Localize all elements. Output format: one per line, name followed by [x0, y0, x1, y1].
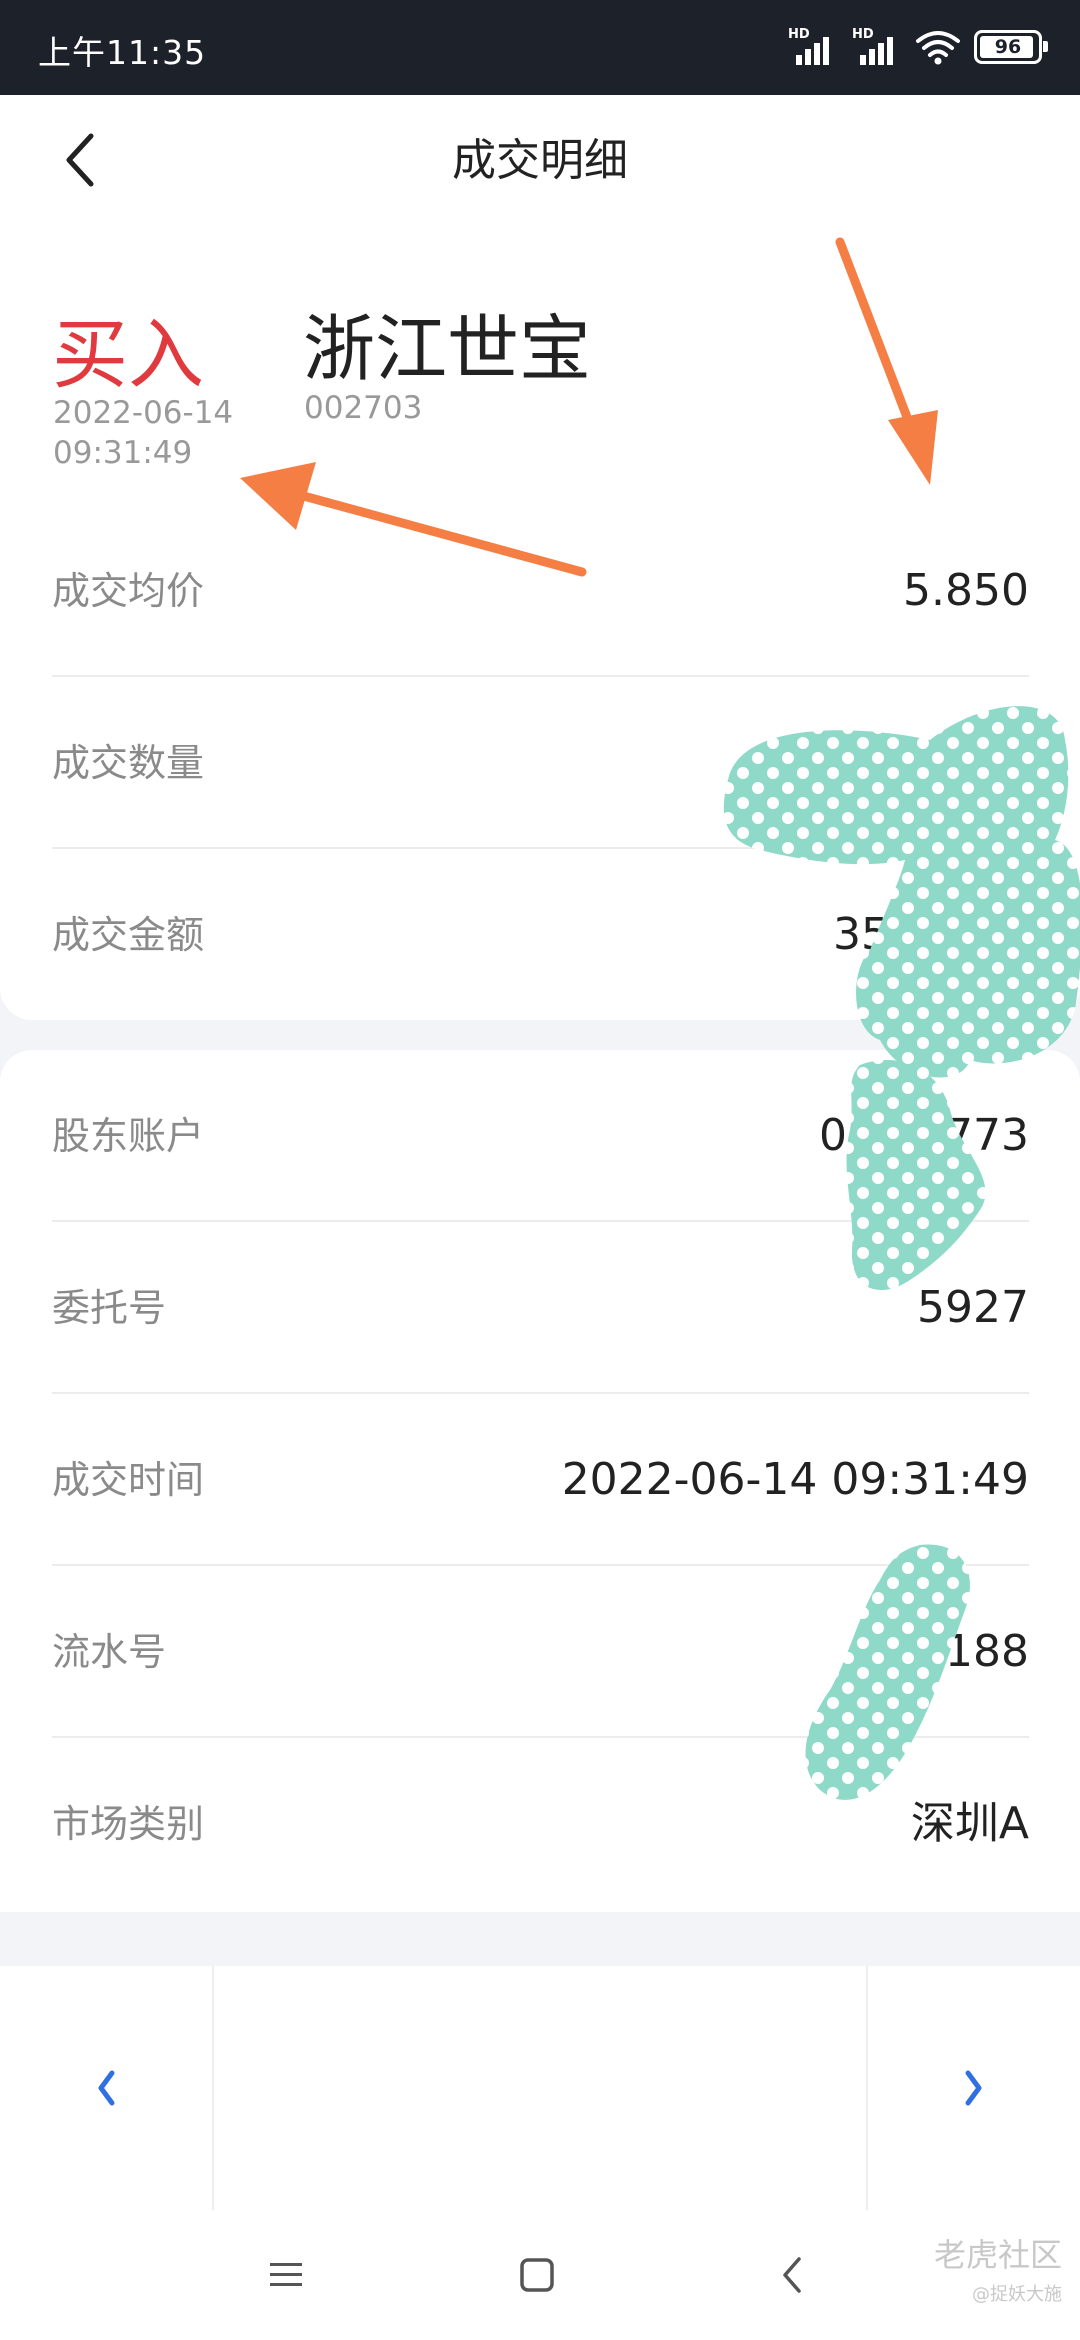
trade-side: 买入 [52, 310, 204, 399]
status-time: 上午11:35 [38, 33, 207, 72]
record-navigation [0, 1966, 1080, 2210]
detail-label: 委托号 [52, 1286, 167, 1330]
detail-value: 5927 [917, 1282, 1029, 1333]
signal-icon: HD [852, 27, 902, 67]
stock-name: 浙江世宝 [303, 307, 592, 391]
detail-label: 股东账户 [52, 1114, 205, 1158]
detail-value: 80 188 [875, 1626, 1029, 1677]
page-title: 成交明细 [452, 135, 628, 186]
detail-row: 委托号 5927 [52, 1222, 1029, 1394]
status-bar: 上午11:35 HD HD 96 [0, 0, 1080, 95]
watermark: 老虎社区 @捉妖大施 [934, 2230, 1062, 2306]
watermark-handle: @捉妖大施 [972, 2284, 1062, 2305]
detail-label: 成交时间 [52, 1458, 205, 1502]
trade-time: 2022-06-14 09:31:49 [53, 395, 234, 471]
detail-label: 成交均价 [52, 569, 205, 613]
menu-button[interactable] [246, 2240, 326, 2310]
status-icons: HD HD 96 [788, 22, 1048, 72]
next-record-button[interactable] [866, 1966, 1080, 2210]
battery-icon: 96 [974, 30, 1048, 64]
system-back-button[interactable] [752, 2240, 832, 2310]
detail-row: 成交数量 [52, 677, 1029, 849]
detail-row: 股东账户 0137 773 [52, 1050, 1029, 1222]
home-button[interactable] [497, 2240, 577, 2310]
stock-code: 002703 [304, 390, 423, 426]
detail-value: 5.850 [903, 565, 1029, 616]
detail-label: 成交金额 [52, 913, 205, 957]
detail-row: 成交均价 5.850 [52, 505, 1029, 677]
detail-value: 深圳A [910, 1798, 1029, 1849]
detail-value: 35 [833, 909, 889, 960]
previous-record-button[interactable] [0, 1966, 214, 2210]
wifi-icon [916, 31, 960, 65]
home-icon [520, 2258, 554, 2292]
detail-row: 流水号 80 188 [52, 1566, 1029, 1738]
detail-value: 0137 773 [819, 1110, 1029, 1161]
menu-icon [270, 2263, 302, 2286]
detail-row: 成交金额 35 [52, 849, 1029, 1021]
system-navigation-bar [0, 2210, 1080, 2340]
back-icon [783, 2257, 801, 2293]
detail-label: 市场类别 [52, 1802, 205, 1846]
detail-value: 2022-06-14 09:31:49 [561, 1454, 1029, 1505]
watermark-title: 老虎社区 [933, 2236, 1062, 2274]
signal-icon: HD [788, 27, 838, 67]
detail-row: 成交时间 2022-06-14 09:31:49 [52, 1394, 1029, 1566]
detail-label: 流水号 [52, 1630, 167, 1674]
detail-row: 市场类别 深圳A [52, 1738, 1029, 1910]
next-chevron-icon [965, 2070, 982, 2106]
detail-label: 成交数量 [52, 741, 205, 785]
prev-chevron-icon [98, 2070, 115, 2106]
battery-level: 96 [994, 36, 1022, 58]
